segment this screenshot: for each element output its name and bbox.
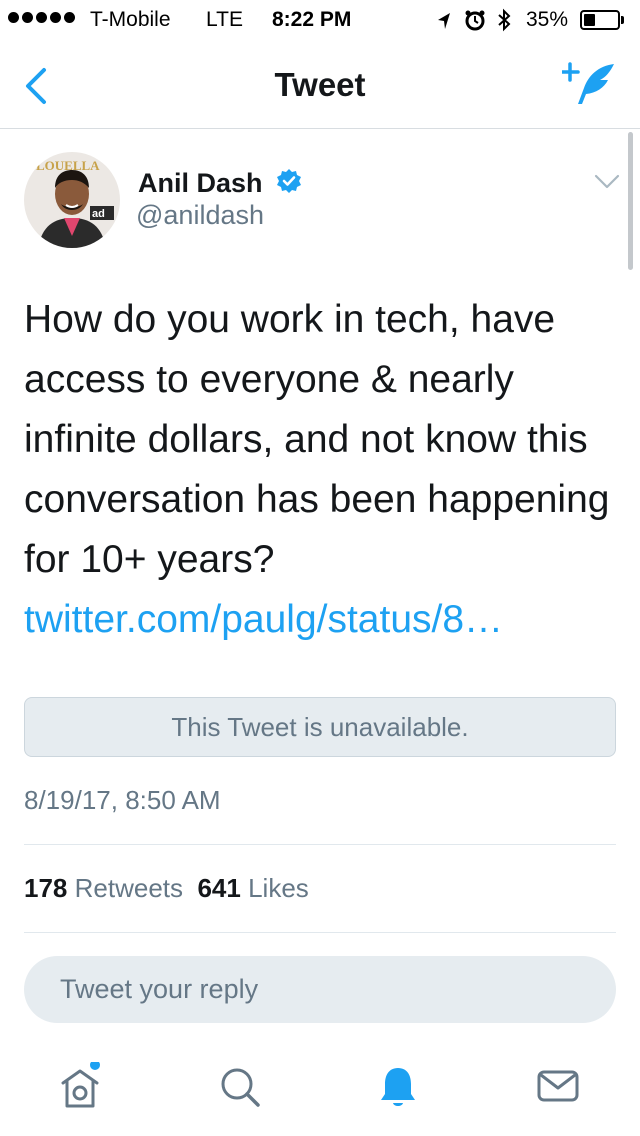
notification-dot (90, 1062, 100, 1070)
divider (24, 844, 616, 845)
tweet-timestamp: 8/19/17, 8:50 AM (24, 785, 221, 815)
divider (24, 932, 616, 933)
location-arrow-icon (438, 13, 450, 29)
retweets-label: Retweets (74, 873, 184, 903)
likes-stat[interactable]: 641 Likes (197, 873, 308, 903)
bluetooth-icon (498, 8, 511, 32)
quoted-tweet-unavailable: This Tweet is unavailable. (24, 697, 616, 757)
tweet-body: How do you work in tech, have access to … (24, 298, 610, 581)
retweets-count: 178 (24, 873, 68, 903)
svg-text:ad: ad (92, 208, 105, 220)
likes-label: Likes (248, 873, 309, 903)
battery-percent: 35% (526, 8, 569, 31)
status-time: 8:22 PM (272, 8, 352, 31)
author-name[interactable]: Anil Dash (138, 168, 263, 199)
retweets-stat[interactable]: 178 Retweets (24, 873, 183, 903)
chevron-down-icon[interactable] (594, 174, 620, 190)
carrier-label: T-Mobile (90, 8, 171, 31)
reply-input[interactable]: Tweet your reply (24, 956, 616, 1023)
search-icon[interactable] (218, 1062, 262, 1110)
page-title: Tweet (274, 66, 366, 103)
mail-icon[interactable] (536, 1062, 580, 1110)
compose-tweet-icon[interactable] (562, 60, 618, 108)
home-icon[interactable] (58, 1062, 102, 1110)
avatar[interactable]: LOUELLA ad (24, 152, 120, 248)
author-handle[interactable]: @anildash (136, 200, 264, 231)
tweet-link[interactable]: twitter.com/paulg/status/8… (24, 590, 616, 650)
alarm-icon (465, 10, 485, 31)
tweet-stats: 178 Retweets 641 Likes (24, 873, 309, 904)
battery-tip (621, 16, 624, 24)
status-bar: T-Mobile LTE 8:22 PM 35% (0, 0, 640, 40)
bell-icon[interactable] (376, 1062, 420, 1110)
scrollbar[interactable] (628, 132, 633, 270)
tweet-text: How do you work in tech, have access to … (24, 290, 616, 650)
signal-strength-icon (8, 12, 75, 23)
network-type: LTE (206, 8, 243, 31)
likes-count: 641 (197, 873, 241, 903)
verified-badge-icon (277, 169, 301, 193)
battery-icon (580, 10, 620, 30)
